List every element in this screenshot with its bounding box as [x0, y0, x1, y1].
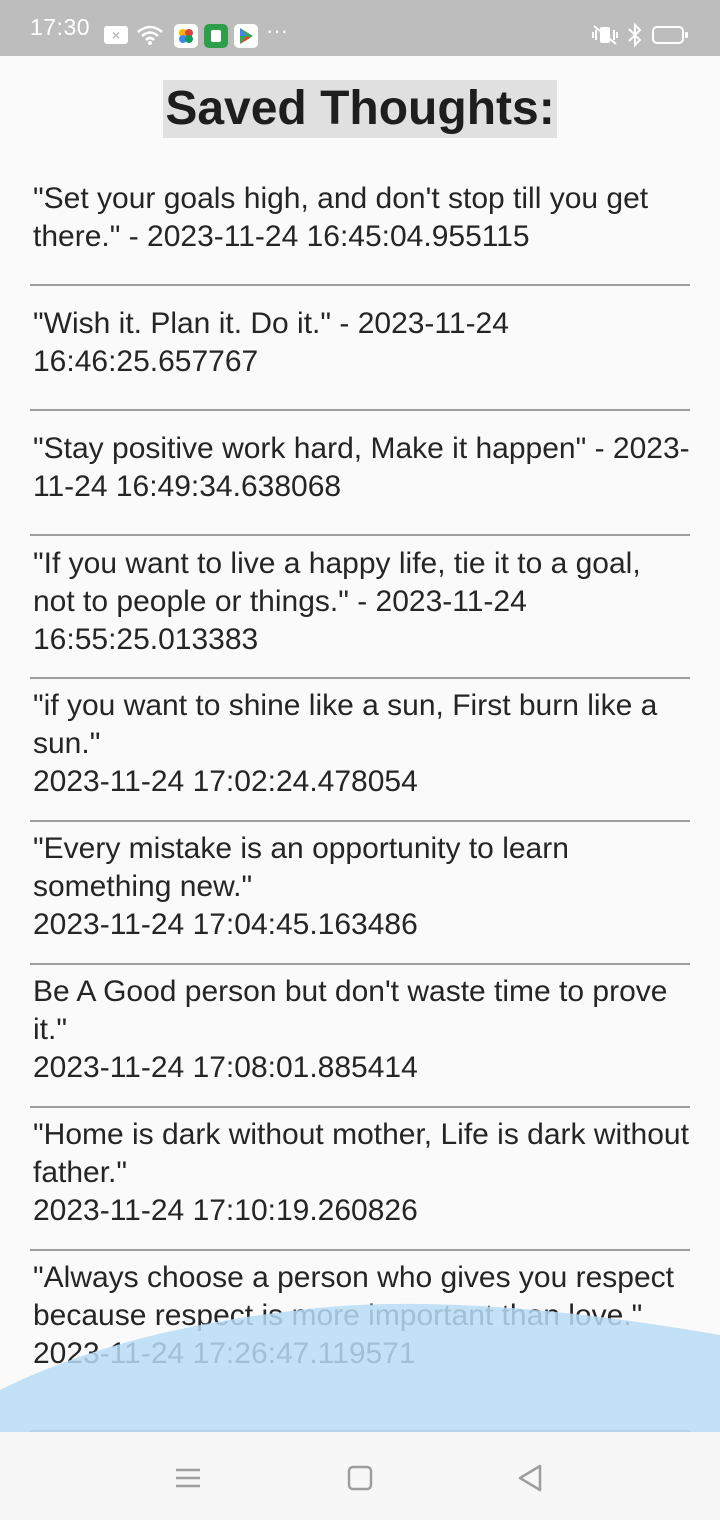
thought-text: "Stay positive work hard, Make it happen… [33, 432, 690, 503]
thought-text: "Set your goals high, and don't stop til… [33, 182, 649, 253]
back-icon[interactable] [512, 1460, 548, 1496]
navigation-bar [0, 1432, 720, 1520]
thought-text: "Wish it. Plan it. Do it." - 2023-11-24 … [33, 307, 509, 378]
thought-item[interactable]: "Every mistake is an opportunity to lear… [30, 822, 690, 965]
title-wrap: Saved Thoughts: [0, 80, 720, 138]
thought-item[interactable]: "Always choose a person who gives you re… [30, 1251, 690, 1432]
sim-x-icon: × [104, 26, 128, 44]
thought-item[interactable]: "Set your goals high, and don't stop til… [30, 170, 690, 286]
battery-icon [652, 26, 688, 44]
thought-item[interactable]: "if you want to shine like a sun, First … [30, 679, 690, 822]
wifi-icon [136, 24, 164, 51]
thought-text: "Always choose a person who gives you re… [33, 1261, 674, 1370]
thought-text: "Home is dark without mother, Life is da… [33, 1118, 689, 1227]
thought-item[interactable]: "If you want to live a happy life, tie i… [30, 536, 690, 679]
status-time: 17:30 [30, 14, 91, 40]
bluetooth-icon [626, 22, 644, 53]
thoughts-list[interactable]: "Set your goals high, and don't stop til… [30, 170, 690, 1432]
thought-item[interactable]: "Stay positive work hard, Make it happen… [30, 411, 690, 536]
thought-text: "If you want to live a happy life, tie i… [33, 547, 641, 656]
thought-item[interactable]: "Home is dark without mother, Life is da… [30, 1108, 690, 1251]
app-photos-icon [174, 24, 198, 48]
thought-text: "Every mistake is an opportunity to lear… [33, 832, 569, 941]
thought-item[interactable]: Be A Good person but don't waste time to… [30, 965, 690, 1108]
play-store-icon [234, 24, 258, 48]
page-title: Saved Thoughts: [163, 80, 557, 138]
thought-item[interactable]: "Wish it. Plan it. Do it." - 2023-11-24 … [30, 286, 690, 411]
app-store-icon [204, 24, 228, 48]
home-icon[interactable] [342, 1460, 378, 1496]
menu-icon[interactable] [170, 1460, 206, 1496]
thought-text: Be A Good person but don't waste time to… [33, 975, 668, 1084]
more-icon: ··· [266, 18, 288, 43]
vibrate-icon [590, 24, 620, 51]
thought-text: "if you want to shine like a sun, First … [33, 689, 658, 798]
status-bar: 17:30 × ··· [0, 0, 720, 56]
